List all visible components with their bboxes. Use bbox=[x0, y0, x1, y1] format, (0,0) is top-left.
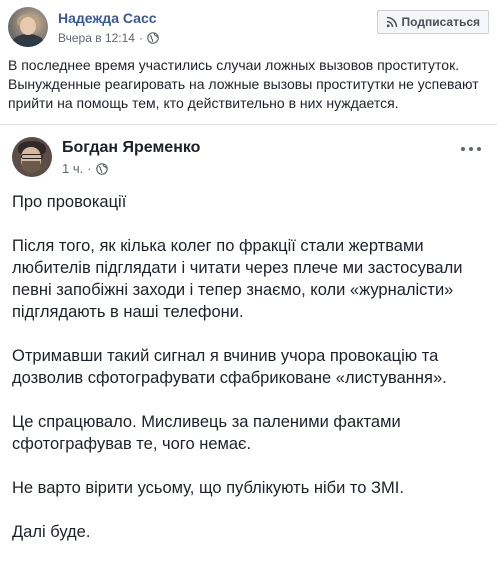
shared-post-card: Богдан Яременко 1 ч. · Про провокації Пі… bbox=[0, 124, 497, 542]
shared-author-name[interactable]: Богдан Яременко bbox=[62, 139, 200, 157]
subscribe-button[interactable]: Подписаться bbox=[376, 10, 489, 34]
shared-post-timestamp[interactable]: 1 ч. bbox=[62, 161, 83, 176]
shared-post-paragraph: Далі буде. bbox=[12, 523, 91, 541]
outer-post-text: В последнее время участились случаи ложн… bbox=[8, 57, 479, 111]
shared-post-paragraph: Не варто вірити усьому, що публікують ні… bbox=[12, 479, 404, 497]
shared-author-avatar[interactable] bbox=[12, 137, 52, 177]
shared-post-body: Про провокації Після того, як кілька кол… bbox=[12, 191, 487, 565]
outer-post-meta: Вчера в 12:14 · bbox=[58, 31, 159, 45]
outer-post-timestamp[interactable]: Вчера в 12:14 bbox=[58, 31, 135, 45]
more-options-icon[interactable] bbox=[461, 145, 481, 153]
globe-icon bbox=[95, 162, 108, 175]
subscribe-button-label: Подписаться bbox=[401, 15, 480, 29]
shared-post-paragraph: Отримавши такий сигнал я вчинив учора пр… bbox=[12, 347, 447, 387]
shared-post-meta: 1 ч. · bbox=[62, 161, 108, 176]
outer-post-header: Надежда Сасс Вчера в 12:14 · Подписаться bbox=[8, 6, 489, 52]
rss-icon bbox=[386, 16, 397, 28]
shared-post-paragraph: Про провокації bbox=[12, 193, 127, 211]
shared-post-paragraph: Це спрацювало. Мисливець за паленими фак… bbox=[12, 413, 401, 453]
shared-post-paragraph: Після того, як кілька колег по фракції с… bbox=[12, 237, 463, 321]
outer-author-name[interactable]: Надежда Сасс bbox=[58, 10, 157, 26]
globe-icon bbox=[147, 32, 159, 44]
outer-author-avatar[interactable] bbox=[8, 7, 48, 47]
